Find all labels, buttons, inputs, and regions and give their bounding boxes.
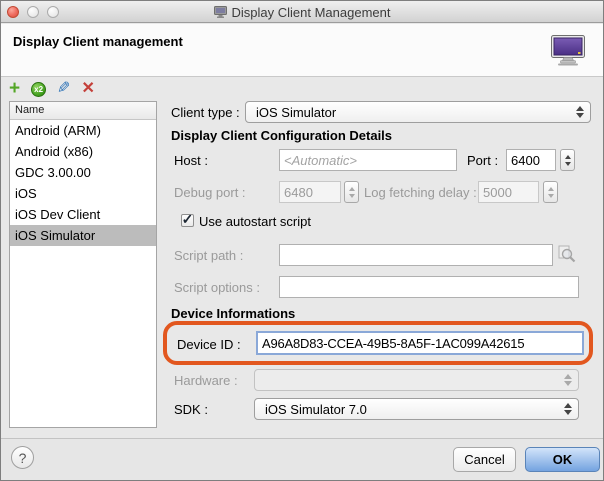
autostart-checkbox[interactable]: ✓: [181, 214, 194, 227]
header-band: Display Client management: [1, 24, 603, 77]
display-monitor-icon: [549, 34, 587, 67]
debug-port-label: Debug port :: [174, 185, 246, 200]
close-button[interactable]: [7, 6, 19, 18]
checkmark-icon: ✓: [182, 214, 194, 224]
browse-file-icon[interactable]: [557, 245, 576, 264]
footer-bar: ? Cancel OK: [1, 438, 603, 481]
duplicate-client-button[interactable]: x2: [31, 82, 46, 97]
sdk-value: iOS Simulator 7.0: [265, 402, 367, 417]
autostart-label: Use autostart script: [199, 214, 311, 229]
script-path-input[interactable]: [279, 244, 553, 266]
port-label: Port :: [467, 153, 498, 168]
host-input[interactable]: [279, 149, 457, 171]
log-delay-input: [478, 181, 539, 203]
debug-port-input: [279, 181, 341, 203]
window-monitor-icon: [214, 6, 227, 18]
log-delay-stepper: [543, 181, 558, 203]
port-stepper[interactable]: [560, 149, 575, 171]
list-item[interactable]: iOS Dev Client: [10, 204, 156, 225]
window-title: Display Client Management: [232, 5, 391, 20]
client-type-select[interactable]: iOS Simulator: [245, 101, 591, 123]
script-options-input[interactable]: [279, 276, 579, 298]
title-bar: Display Client Management: [1, 1, 603, 23]
client-list: Name Android (ARM) Android (x86) GDC 3.0…: [9, 101, 157, 428]
help-button[interactable]: ?: [11, 446, 34, 469]
cancel-button[interactable]: Cancel: [453, 447, 516, 472]
script-path-label: Script path :: [174, 248, 243, 263]
sdk-label: SDK :: [174, 402, 208, 417]
page-title: Display Client management: [13, 34, 183, 49]
list-item[interactable]: Android (ARM): [10, 120, 156, 141]
device-id-input[interactable]: [256, 331, 584, 355]
delete-client-button[interactable]: ✕: [82, 81, 95, 97]
config-section-title: Display Client Configuration Details: [171, 128, 392, 143]
popup-arrows-icon: [576, 106, 584, 118]
hardware-label: Hardware :: [174, 373, 238, 388]
list-item[interactable]: iOS: [10, 183, 156, 204]
port-input[interactable]: [506, 149, 556, 171]
client-type-value: iOS Simulator: [256, 105, 336, 120]
add-client-button[interactable]: +: [9, 81, 20, 97]
minimize-button[interactable]: [27, 6, 39, 18]
debug-port-stepper: [344, 181, 359, 203]
log-delay-label: Log fetching delay :: [364, 185, 477, 200]
popup-arrows-icon: [564, 403, 572, 415]
list-item[interactable]: GDC 3.00.00: [10, 162, 156, 183]
device-section-title: Device Informations: [171, 306, 295, 321]
list-item-selected[interactable]: iOS Simulator: [10, 225, 156, 246]
list-toolbar: + x2 ✎ ✕: [9, 80, 95, 98]
edit-client-button[interactable]: ✎: [57, 81, 70, 97]
zoom-button[interactable]: [47, 6, 59, 18]
host-label: Host :: [174, 153, 208, 168]
ok-button[interactable]: OK: [525, 447, 600, 472]
sdk-select[interactable]: iOS Simulator 7.0: [254, 398, 579, 420]
popup-arrows-icon: [564, 374, 572, 386]
hardware-select: [254, 369, 579, 391]
list-header-name: Name: [10, 102, 156, 120]
script-options-label: Script options :: [174, 280, 260, 295]
device-id-label: Device ID :: [177, 337, 241, 352]
display-client-management-window: Display Client Management Display Client…: [0, 0, 604, 481]
client-type-label: Client type :: [171, 105, 240, 120]
list-item[interactable]: Android (x86): [10, 141, 156, 162]
